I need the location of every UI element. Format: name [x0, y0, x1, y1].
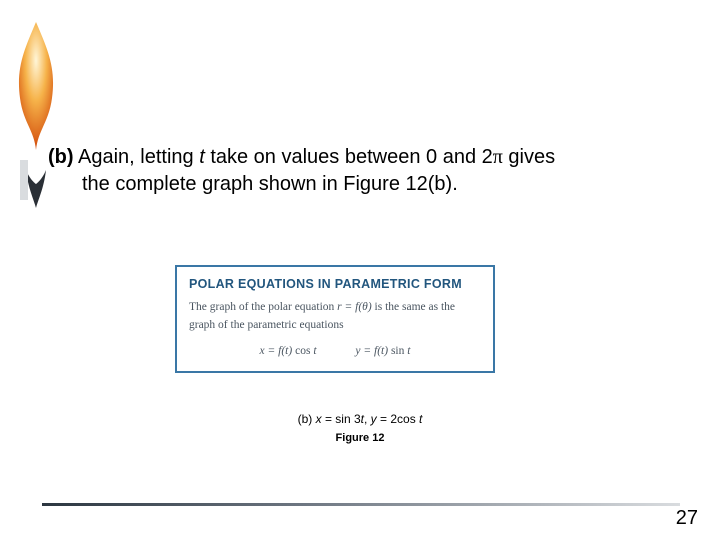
eq-x-fn: cos [295, 345, 310, 357]
eq-y-lhs: y = f(t) [355, 345, 391, 357]
body-line1-b: take on values between 0 and 2 [205, 146, 493, 168]
eq-x-rhs: t [310, 345, 316, 357]
page-number: 27 [676, 507, 698, 530]
pi-symbol: π [493, 146, 503, 168]
body-line1-c: gives [503, 146, 555, 168]
eq-x-lhs: x = f(t) [260, 345, 296, 357]
caption-mid1: = sin 3 [322, 412, 361, 426]
part-label: (b) [48, 146, 74, 168]
caption-mid2: , [364, 412, 371, 426]
figure-caption: (b) x = sin 3t, y = 2cos t Figure 12 [0, 412, 720, 444]
slide: (b) Again, letting t take on values betw… [0, 0, 720, 540]
eq-y-rhs: t [404, 345, 410, 357]
theorem-title: POLAR EQUATIONS IN PARAMETRIC FORM [189, 277, 481, 291]
caption-line2: Figure 12 [0, 432, 720, 444]
caption-prefix: (b) [298, 412, 316, 426]
theorem-equations: x = f(t) cos t y = f(t) sin t [189, 345, 481, 357]
eq-x: x = f(t) cos t [260, 345, 317, 357]
caption-mid3: = 2cos [377, 412, 419, 426]
theorem-box-inner: POLAR EQUATIONS IN PARAMETRIC FORM The g… [175, 265, 495, 373]
theorem-body: The graph of the polar equation r = f(θ)… [189, 299, 481, 335]
body-line1-a: Again, letting [74, 146, 200, 168]
eq-y-fn: sin [391, 345, 404, 357]
body-text: (b) Again, letting t take on values betw… [48, 144, 678, 198]
theorem-body-a: The graph of the polar equation [189, 301, 337, 313]
caption-t2: t [419, 412, 422, 426]
caption-line1: (b) x = sin 3t, y = 2cos t [0, 412, 720, 426]
eq-y: y = f(t) sin t [355, 345, 410, 357]
theorem-body-eq: r = f(θ) [337, 301, 372, 313]
footer-rule [42, 503, 680, 506]
body-line2: the complete graph shown in Figure 12(b)… [82, 171, 678, 198]
theorem-box: POLAR EQUATIONS IN PARAMETRIC FORM The g… [175, 265, 495, 373]
